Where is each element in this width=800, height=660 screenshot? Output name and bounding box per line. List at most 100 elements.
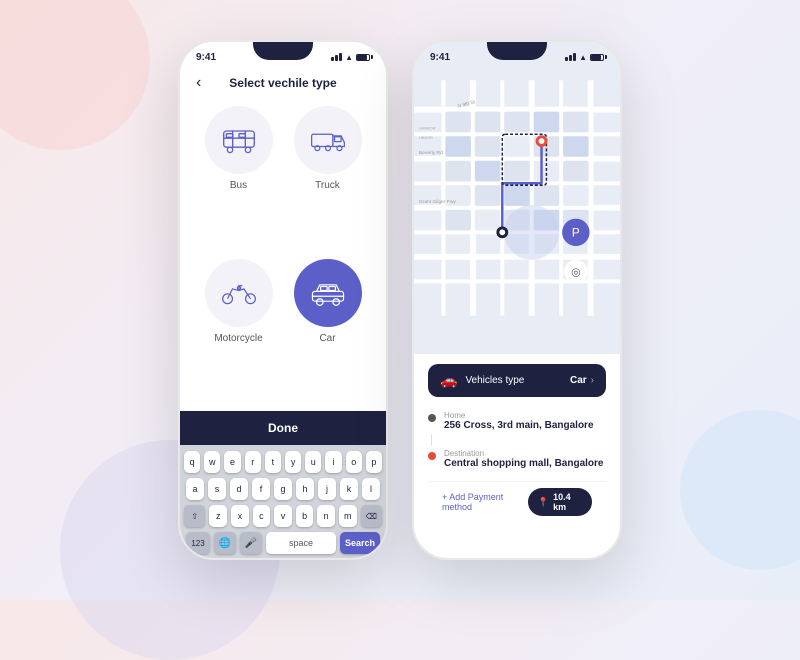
key-v[interactable]: v	[274, 505, 292, 527]
back-button[interactable]: ‹	[196, 74, 201, 92]
keyboard: q w e r t y u i o p a s d f g h	[180, 445, 386, 558]
distance-icon: 📍	[538, 497, 549, 508]
signal-5	[569, 55, 572, 61]
vehicle-item-truck[interactable]: Truck	[289, 106, 366, 247]
key-g[interactable]: g	[274, 478, 292, 500]
key-h[interactable]: h	[296, 478, 314, 500]
keyboard-row-3: ⇧ z x c v b n m ⌫	[184, 505, 382, 527]
phone-1: 9:41 ▲ ‹ Select vechile type	[178, 40, 388, 560]
vehicle-type-value: Car	[570, 375, 587, 386]
motorcycle-icon	[221, 279, 257, 307]
key-i[interactable]: i	[325, 451, 341, 473]
signal-6	[573, 53, 576, 61]
keyboard-row-4: 123 🌐 🎤 space Search	[184, 532, 382, 554]
vehicle-item-bus[interactable]: Bus	[200, 106, 277, 247]
key-z[interactable]: z	[209, 505, 227, 527]
key-m[interactable]: m	[339, 505, 357, 527]
car-icon	[310, 279, 346, 307]
battery-icon	[356, 54, 370, 61]
shift-key[interactable]: ⇧	[184, 505, 205, 527]
signal-1	[331, 57, 334, 61]
bottom-bar: + Add Payment method 📍 10.4 km	[428, 481, 606, 522]
search-button[interactable]: Search	[340, 532, 380, 554]
route-connector	[431, 435, 432, 445]
map-area: P ◎ N 9th St Beverly Rd Grant Gilger Fwy…	[414, 42, 620, 354]
key-q[interactable]: q	[184, 451, 200, 473]
signal-3	[339, 53, 342, 61]
svg-text:Grant Gilger Fwy: Grant Gilger Fwy	[419, 199, 457, 205]
status-time-1: 9:41	[196, 52, 216, 63]
bg-decoration-blue	[680, 410, 800, 570]
done-button[interactable]: Done	[180, 411, 386, 445]
map-svg: P ◎ N 9th St Beverly Rd Grant Gilger Fwy…	[414, 42, 620, 354]
key-c[interactable]: c	[253, 505, 271, 527]
key-p[interactable]: p	[366, 451, 382, 473]
status-icons-1: ▲	[331, 53, 370, 62]
svg-text:◎: ◎	[571, 266, 580, 278]
key-l[interactable]: l	[362, 478, 380, 500]
vehicle-circle-truck	[294, 106, 362, 174]
key-y[interactable]: y	[285, 451, 301, 473]
svg-text:HBDOR: HBDOR	[419, 135, 433, 140]
vehicle-label-car: Car	[319, 333, 335, 344]
svg-text:P: P	[572, 226, 580, 239]
home-location-row: Home 256 Cross, 3rd main, Bangalore	[428, 407, 606, 435]
distance-badge: 📍 10.4 km	[528, 488, 592, 516]
vehicle-type-row[interactable]: 🚗 Vehicles type Car ›	[428, 364, 606, 397]
vehicle-label-bus: Bus	[230, 180, 247, 191]
key-j[interactable]: j	[318, 478, 336, 500]
truck-icon	[310, 126, 346, 154]
key-n[interactable]: n	[317, 505, 335, 527]
status-time-2: 9:41	[430, 52, 450, 63]
vehicle-circle-motorcycle	[205, 259, 273, 327]
num-key[interactable]: 123	[186, 532, 210, 554]
dest-dot	[428, 452, 436, 460]
vehicle-label-motorcycle: Motorcycle	[214, 333, 262, 344]
info-panel: 🚗 Vehicles type Car › Home 256 Cross, 3r…	[414, 354, 620, 532]
key-x[interactable]: x	[231, 505, 249, 527]
add-payment-button[interactable]: + Add Payment method	[442, 492, 528, 512]
home-dot	[428, 414, 436, 422]
key-r[interactable]: r	[245, 451, 261, 473]
wifi-icon: ▲	[345, 53, 353, 62]
svg-text:HARBOR: HARBOR	[419, 125, 436, 130]
key-b[interactable]: b	[296, 505, 314, 527]
vehicle-label-truck: Truck	[315, 180, 340, 191]
phone-2: 9:41 ▲	[412, 40, 622, 560]
notch-1	[253, 42, 313, 60]
key-o[interactable]: o	[346, 451, 362, 473]
key-e[interactable]: e	[224, 451, 240, 473]
home-text-group: Home 256 Cross, 3rd main, Bangalore	[444, 411, 594, 431]
vehicle-type-label: Vehicles type	[465, 375, 570, 386]
vehicle-grid: Bus Truck	[180, 98, 386, 411]
location-info: Home 256 Cross, 3rd main, Bangalore Dest…	[428, 407, 606, 473]
vehicle-circle-car	[294, 259, 362, 327]
vehicle-item-motorcycle[interactable]: Motorcycle	[200, 259, 277, 400]
dest-sublabel: Destination	[444, 449, 603, 458]
space-key[interactable]: space	[266, 532, 336, 554]
dest-address: Central shopping mall, Bangalore	[444, 458, 603, 469]
key-u[interactable]: u	[305, 451, 321, 473]
delete-key[interactable]: ⌫	[361, 505, 382, 527]
vehicle-item-car[interactable]: Car	[289, 259, 366, 400]
phones-container: 9:41 ▲ ‹ Select vechile type	[178, 40, 622, 560]
key-t[interactable]: t	[265, 451, 281, 473]
phone1-content: ‹ Select vechile type	[180, 68, 386, 558]
chevron-right-icon: ›	[591, 375, 594, 386]
battery-icon-2	[590, 54, 604, 61]
key-f[interactable]: f	[252, 478, 270, 500]
phone1-title: Select vechile type	[229, 76, 336, 90]
mic-key[interactable]: 🎤	[240, 532, 262, 554]
key-s[interactable]: s	[208, 478, 226, 500]
keyboard-row-2: a s d f g h j k l	[184, 478, 382, 500]
phone2-content: P ◎ N 9th St Beverly Rd Grant Gilger Fwy…	[414, 42, 620, 532]
bus-icon	[221, 126, 257, 154]
key-d[interactable]: d	[230, 478, 248, 500]
key-k[interactable]: k	[340, 478, 358, 500]
key-a[interactable]: a	[186, 478, 204, 500]
globe-key[interactable]: 🌐	[214, 532, 236, 554]
steering-icon: 🚗	[440, 372, 457, 389]
dest-location-row: Destination Central shopping mall, Banga…	[428, 445, 606, 473]
key-w[interactable]: w	[204, 451, 220, 473]
wifi-icon-2: ▲	[579, 53, 587, 62]
